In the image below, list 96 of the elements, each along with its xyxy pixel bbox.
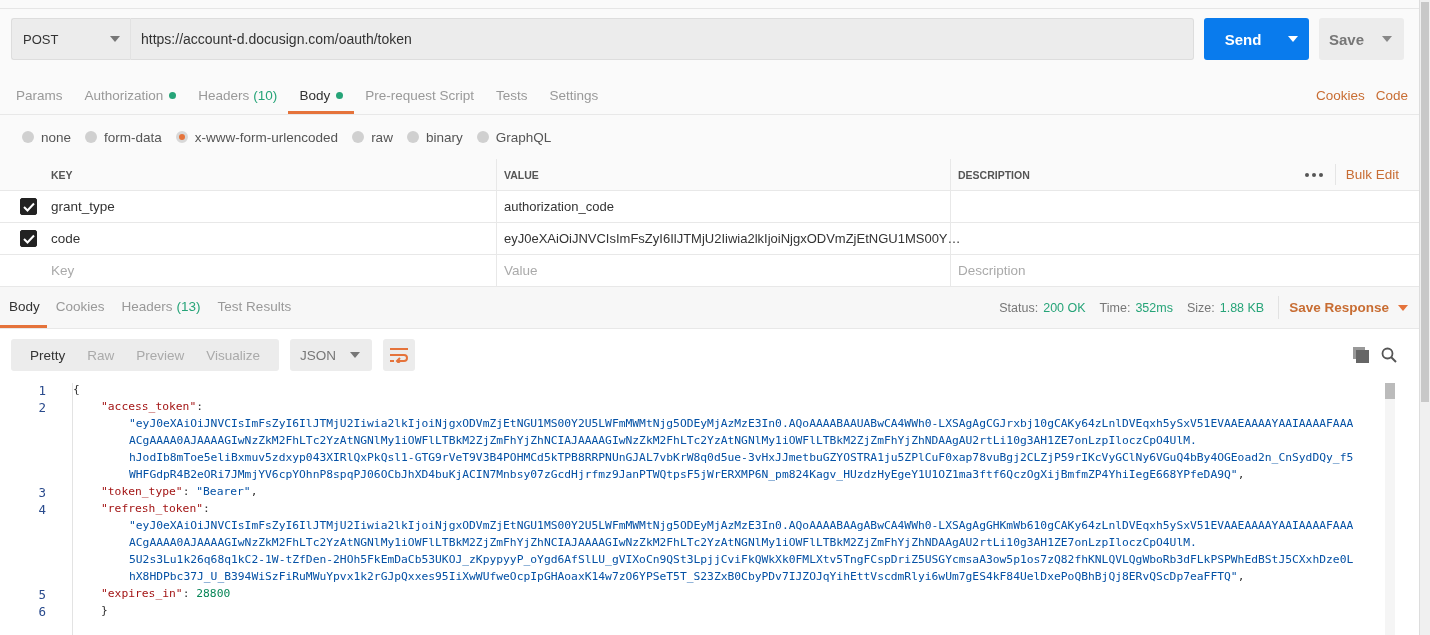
caret-icon: [110, 36, 120, 42]
code-token: ,: [250, 485, 258, 498]
value-cell: eyJ0eXAiOiJNVCIsImFsZyI6IlJTMjU2Iiwia2lkIjoiNjgxODVmZjEtNGU1MS00Y…: [504, 231, 961, 246]
radio-button[interactable]: [406, 131, 419, 143]
bulk-edit-link[interactable]: Bulk Edit: [1334, 164, 1411, 185]
code-token: "token_type": [101, 485, 183, 498]
code-token: "expires_in": [101, 587, 183, 600]
radio-button[interactable]: [476, 131, 489, 143]
code-token: 5U2s3Lu1k26q68q1kC2-1W-tZfDen-2HOh5FkEmDaCb53UKOJ_zKpypyyP_oYgd6AfSlLU_gVIXoCn9QSt3LpjjCviFkQWkXk0FMLXtv5TngFCspDriZ5USGYcmsaA3ow5p1os7zQ82fhKNLQVLQgWboRb3dFLkPSPWhEdBStJ5CXxhDze0L: [129, 553, 1354, 566]
send-button[interactable]: Send: [1204, 18, 1276, 60]
radio-label[interactable]: binary: [425, 129, 463, 145]
value-field[interactable]: Value: [504, 263, 942, 278]
code-token: 28800: [196, 587, 231, 600]
caret-icon: [1287, 36, 1298, 42]
code-token: "Bearer": [196, 485, 251, 498]
request-tab[interactable]: Pre-request Script: [354, 79, 485, 114]
line-number: 3: [37, 485, 47, 502]
column-header: KEY: [51, 168, 73, 181]
key-cell: code: [51, 231, 81, 246]
radio-label[interactable]: GraphQL: [495, 129, 552, 145]
code-token: "refresh_token": [101, 502, 204, 515]
key-cell: grant_type: [51, 199, 115, 214]
copy-icon: [1353, 347, 1369, 363]
view-mode-button[interactable]: Pretty: [19, 339, 77, 371]
radio-button[interactable]: [352, 131, 365, 143]
code-token: }: [101, 604, 108, 617]
value-cell: authorization_code: [504, 199, 614, 214]
save-response-button[interactable]: Save Response: [1278, 296, 1408, 319]
key-field[interactable]: Key: [51, 263, 488, 278]
code-token: ACgAAAA0AJAAAAGIwNzZkM2FhLTc2YzAtNGNlMy1iOWFlLTBkM2ZjZmFhYjZhNCIAJAAAAGIwNzZkM2FhLTc2YzAtNGNlMy1iOWFlLTBkM2ZjZmFhYjZhNDAAgAU2rtLi10g3AH1ZE7onLzpIloczCpO4UlM.: [129, 434, 1197, 447]
request-tab[interactable]: Settings: [538, 79, 610, 114]
caret-icon: [1398, 304, 1408, 311]
scrollbar[interactable]: [1419, 0, 1430, 635]
caret-icon: [350, 352, 361, 358]
request-tab[interactable]: Params: [5, 79, 74, 114]
scrollbar[interactable]: [1385, 383, 1395, 635]
code-token: hX8HDPbc37J_U_B394WiSzFiRuMWuYpvx1k2rGJpQxxes95IiXwWUfweOcpIpGHAoaxK14w7zO6YPSeT5T_S23ZxB0CbyPDv7IJZOJqYihEttVscdmRlyi6wUm7gES4kF84UelDxePoQBhBjQj8ERvQScDp7eaFFTQ": [129, 570, 1238, 583]
request-tab[interactable]: Body: [288, 79, 355, 114]
link[interactable]: Code: [1375, 87, 1408, 103]
save-button[interactable]: Save: [1319, 18, 1404, 60]
wrap-button[interactable]: [383, 339, 416, 371]
code-token: ,: [1237, 570, 1245, 583]
send-options-button[interactable]: [1276, 18, 1309, 60]
meta-label: Status:: [999, 300, 1039, 315]
response-tab[interactable]: Headers (13): [112, 287, 209, 328]
column-header: VALUE: [504, 168, 539, 181]
line-number: 2: [37, 400, 47, 417]
code-token: ACgAAAA0AJAAAAGIwNzZkM2FhLTc2YzAtNGNlMy1iOWFlLTBkM2ZjZmFhYjZhNCIAJAAAAGIwNzZkM2FhLTc2YzAtNGNlMy1iOWFlLTBkM2ZjZmFhYjZhNDAAgAU2rtLi10g3AH1ZE7onLzpIloczCpO4UlM.: [129, 536, 1197, 549]
checkbox[interactable]: [20, 198, 37, 215]
search-icon: [1381, 347, 1397, 363]
code-token: "access_token": [101, 400, 197, 413]
radio-button[interactable]: [85, 131, 98, 143]
view-mode-button[interactable]: Preview: [125, 339, 196, 371]
radio-label[interactable]: x-www-form-urlencoded: [194, 129, 339, 145]
meta-label: Size:: [1186, 300, 1215, 315]
radio-label[interactable]: none: [41, 129, 72, 145]
meta-value: 1.88 KB: [1219, 300, 1265, 315]
code-token: {: [73, 383, 80, 396]
meta-value: 200 OK: [1043, 300, 1086, 315]
code-token: :: [182, 587, 191, 600]
code-token: :: [182, 485, 191, 498]
radio-label[interactable]: form-data: [104, 129, 162, 145]
response-tab[interactable]: Body: [0, 287, 47, 328]
code-token: "eyJ0eXAiOiJNVCIsImFsZyI6IlJTMjU2Iiwia2lkIjoiNjgxODVmZjEtNGU1MS00Y2U5LWFmMWMtNjg5ODEyMjAzMzE3In0.AQoAAAABAAUABwCA4WWh0-LXSAgAgCGJrxbj10gCAKy64zLnlDVEqxh5ySxV51EVAAEAAAAYAAIAAAAFAAA: [129, 417, 1354, 430]
method-dropdown[interactable]: POST: [11, 18, 131, 60]
line-number: 1: [37, 383, 47, 400]
request-tab[interactable]: Headers (10): [187, 79, 289, 114]
radio-label[interactable]: raw: [371, 129, 393, 145]
format-dropdown[interactable]: JSON: [290, 339, 373, 371]
line-number: 4: [37, 502, 47, 519]
code-token: :: [196, 400, 204, 413]
description-field[interactable]: Description: [958, 263, 1411, 278]
request-tab[interactable]: Tests: [484, 79, 539, 114]
code-token: "eyJ0eXAiOiJNVCIsImFsZyI6IlJTMjU2Iiwia2lkIjoiNjgxODVmZjEtNGU1MS00Y2U5LWFmMWMtNjg5ODEyMjAzMzE3In0.AQoAAAABAAgABwCA4WWh0-LXSAgAgGHKmWb610gCAKy64zLnlDVEqxh5ySxV51EVAAEAAAAYAAIAAAAFAAA: [129, 519, 1354, 532]
meta-label: Time:: [1099, 300, 1131, 315]
response-tab[interactable]: Test Results: [208, 287, 300, 328]
caret-icon: [1382, 36, 1392, 42]
radio-button[interactable]: [175, 131, 188, 143]
line-number: 5: [37, 587, 47, 604]
code-token: WHFGdpR4B2eORi7JMmjYV6cpYOhnP8spqPJ06OCbJhXD4buKjACIN7Mnbsy07zGcdHjrfmz9JanPTWQtpsF5jWrERXMP6N_pm824Kagv_HUzdzHyEgeY1U1OZ1ma3ftf6QczOgXijBmfmZP4YhiIegE668YPfeDA9Q": [129, 468, 1238, 481]
view-mode-button[interactable]: Visualize: [195, 339, 272, 371]
code-token: hJodIb8mToe5eliBxmuv5zdxyp043XIRlQxPkQsl1-GTG9rVeT9V3B4POHMCd5kTPB8RRPNUnGJAL7vbKrW8q0d5ue-3vHxJJmetbuGZYOSTRA1ju5ZPlCuF0xap78vuBgj2CLZjP59rIKcVyGClNy6VGuQ4bBy4OGEoad2n_CnSydDQy_f5: [129, 451, 1354, 464]
wrap-lines-icon: [389, 347, 410, 363]
code-token: ,: [1237, 468, 1245, 481]
radio-button[interactable]: [22, 131, 34, 143]
column-header: DESCRIPTION: [958, 168, 1030, 181]
url-field[interactable]: https://account-d.docusign.com/oauth/token: [131, 18, 1194, 60]
line-number: 6: [37, 604, 47, 621]
meta-value: 352ms: [1135, 300, 1173, 315]
link[interactable]: Cookies: [1315, 87, 1365, 103]
view-mode-button[interactable]: Raw: [76, 339, 126, 371]
more-icon: [1304, 172, 1323, 177]
response-tab[interactable]: Cookies: [46, 287, 113, 328]
checkbox[interactable]: [20, 230, 37, 247]
code-token: :: [203, 502, 210, 515]
request-tab[interactable]: Authorization: [73, 79, 188, 114]
